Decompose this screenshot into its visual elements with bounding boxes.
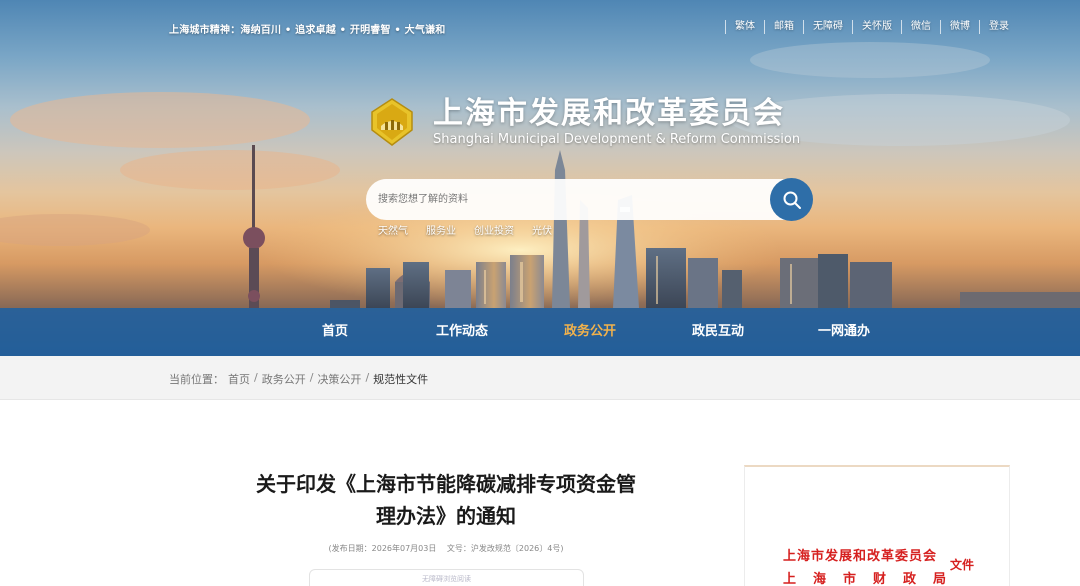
article-title: 关于印发《上海市节能降碳减排专项资金管 理办法》的通知 <box>228 468 664 532</box>
hot-search-tags: 天然气 服务业 创业投资 光伏 <box>378 222 552 237</box>
nav-public-interaction[interactable]: 政民互动 <box>676 308 760 356</box>
link-traditional-chinese[interactable]: 繁体 <box>725 20 764 34</box>
link-wechat[interactable]: 微信 <box>901 20 940 34</box>
article-title-line2: 理办法》的通知 <box>376 504 516 528</box>
link-accessibility[interactable]: 无障碍 <box>803 20 852 34</box>
search-button[interactable] <box>770 178 813 221</box>
nav-government-affairs[interactable]: 政务公开 <box>548 308 632 356</box>
city-skyline-image <box>0 42 1080 310</box>
accessible-reading-box[interactable]: 无障碍浏览阅读 <box>309 569 584 586</box>
site-title: 上海市发展和改革委员会 <box>433 96 785 131</box>
breadcrumb-home[interactable]: 首页 <box>228 371 250 387</box>
doc-issuer-finance-bureau: 上海市财政局 <box>783 572 964 586</box>
document-number: 文号：沪发改规范〔2026〕4号) <box>446 544 564 553</box>
hot-tag-venture-investment[interactable]: 创业投资 <box>474 222 514 237</box>
accessible-reading-label: 无障碍浏览阅读 <box>422 575 471 583</box>
search-box <box>366 179 806 220</box>
nav-work-news[interactable]: 工作动态 <box>420 308 504 356</box>
utility-links: 繁体 邮箱 无障碍 关怀版 微信 微博 登录 <box>725 20 1018 34</box>
search-icon <box>783 191 801 209</box>
breadcrumb-bar: 当前位置： 首页 / 政务公开 / 决策公开 / 规范性文件 <box>0 356 1080 400</box>
link-care-mode[interactable]: 关怀版 <box>852 20 901 34</box>
document-preview-panel[interactable]: 上海市发展和改革委员会 上海市财政局 文件 <box>744 465 1010 586</box>
breadcrumb-label: 当前位置： <box>169 373 224 386</box>
breadcrumb-separator: / <box>254 371 258 384</box>
hot-tag-service-industry[interactable]: 服务业 <box>426 222 456 237</box>
link-login[interactable]: 登录 <box>979 20 1018 34</box>
breadcrumb: 当前位置： 首页 / 政务公开 / 决策公开 / 规范性文件 <box>169 371 428 387</box>
main-nav: 首页 工作动态 政务公开 政民互动 一网通办 <box>0 308 1080 356</box>
breadcrumb-separator: / <box>309 371 314 384</box>
nav-home[interactable]: 首页 <box>300 308 370 356</box>
breadcrumb-current: 规范性文件 <box>373 373 429 386</box>
search-input[interactable] <box>378 189 758 210</box>
city-motto: 上海城市精神：海纳百川 • 追求卓越 • 开明睿智 • 大气谦和 <box>169 25 446 36</box>
doc-suffix: 文件 <box>950 558 975 572</box>
hot-tag-photovoltaic[interactable]: 光伏 <box>532 222 552 237</box>
breadcrumb-government-affairs[interactable]: 政务公开 <box>262 371 306 387</box>
hero-banner: 上海城市精神：海纳百川 • 追求卓越 • 开明睿智 • 大气谦和 繁体 邮箱 无… <box>0 0 1080 356</box>
article-meta: (发布日期：2026年07月03日 文号：沪发改规范〔2026〕4号) <box>228 543 664 554</box>
nav-one-stop-service[interactable]: 一网通办 <box>802 308 886 356</box>
hot-tag-natural-gas[interactable]: 天然气 <box>378 222 408 237</box>
commission-emblem-icon <box>371 98 413 146</box>
breadcrumb-separator: / <box>365 371 370 384</box>
article-title-line1: 关于印发《上海市节能降碳减排专项资金管 <box>256 472 636 496</box>
breadcrumb-decision-disclosure[interactable]: 决策公开 <box>317 371 361 387</box>
link-weibo[interactable]: 微博 <box>940 20 979 34</box>
doc-issuer-commission: 上海市发展和改革委员会 <box>783 549 938 564</box>
link-mailbox[interactable]: 邮箱 <box>764 20 803 34</box>
publish-date: (发布日期：2026年07月03日 <box>328 544 437 553</box>
site-subtitle: Shanghai Municipal Development & Reform … <box>433 132 801 147</box>
